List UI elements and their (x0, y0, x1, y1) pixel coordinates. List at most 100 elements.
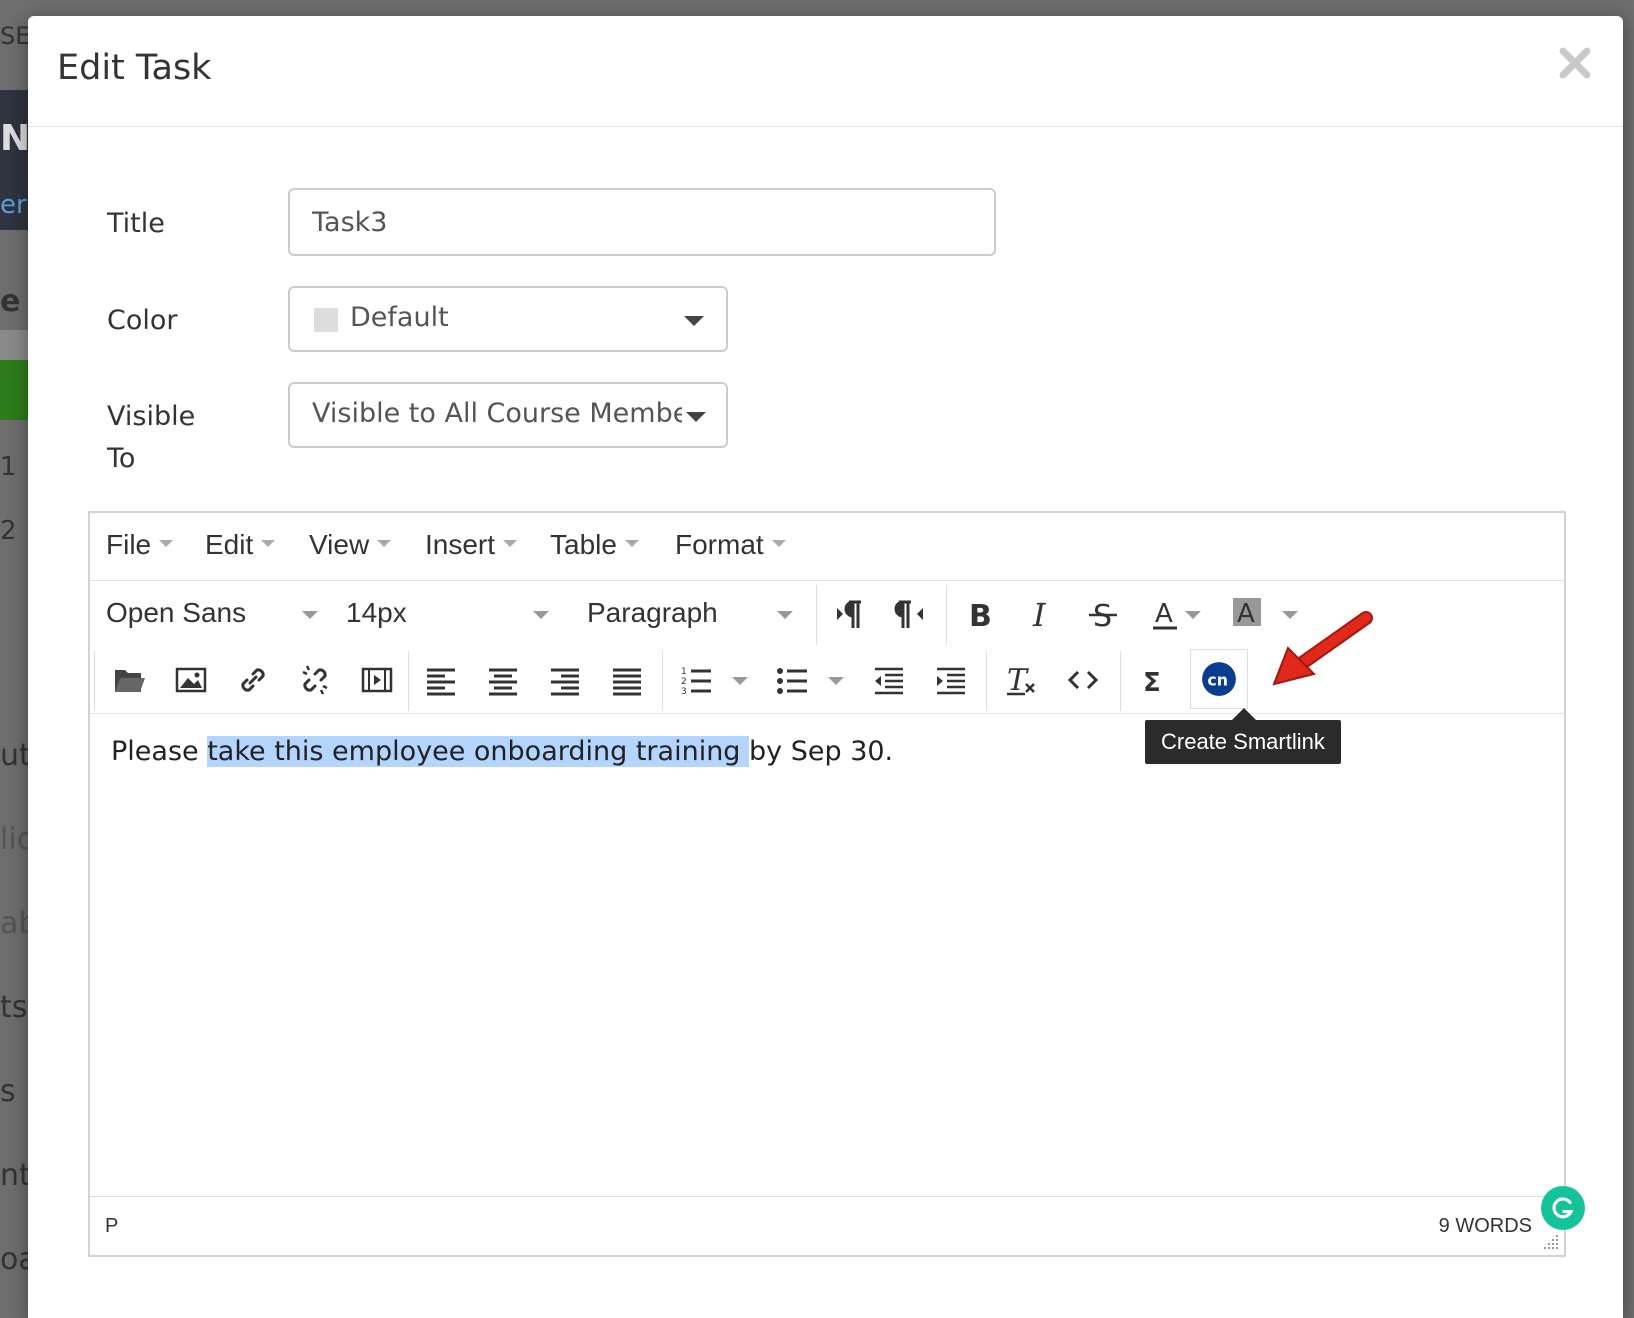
equation-button[interactable]: Σ (1126, 653, 1180, 707)
font-family-select[interactable]: Open Sans (106, 597, 318, 629)
text-after-selection: by Sep 30. (749, 736, 894, 767)
chevron-down-icon (533, 611, 549, 619)
background-color-button[interactable]: A (1220, 587, 1274, 641)
text-color-icon: A (1153, 599, 1177, 630)
menu-edit-label: Edit (205, 529, 254, 560)
insert-image-button[interactable] (164, 653, 218, 707)
align-left-button[interactable] (414, 653, 468, 707)
italic-icon: I (1032, 596, 1047, 632)
background-fragment: s (0, 1074, 16, 1109)
svg-text:A: A (1237, 599, 1255, 629)
chevron-down-icon (686, 412, 706, 422)
svg-text:1: 1 (681, 667, 687, 677)
grammarly-icon (1552, 1197, 1574, 1219)
menu-insert-label: Insert (425, 529, 496, 560)
resize-handle-icon[interactable] (1542, 1233, 1560, 1251)
clear-formatting-button[interactable]: T (994, 653, 1048, 707)
chevron-down-icon (261, 540, 276, 548)
modal-title: Edit Task (57, 48, 212, 88)
editor-content-area[interactable]: Please take this employee onboarding tra… (90, 714, 1564, 1194)
text-before-selection: Please (111, 736, 208, 767)
indent-button[interactable] (924, 653, 978, 707)
source-code-button[interactable] (1056, 653, 1110, 707)
chevron-down-icon (503, 540, 518, 548)
ltr-button[interactable] (822, 587, 876, 641)
chevron-down-icon (302, 611, 318, 619)
visible-to-label-line2: To (107, 443, 136, 474)
numbered-list-icon: 123 (681, 667, 711, 697)
block-format-select[interactable]: Paragraph (587, 597, 797, 629)
align-justify-icon (613, 668, 641, 696)
editor-paragraph[interactable]: Please take this employee onboarding tra… (111, 736, 893, 767)
unlink-button[interactable] (288, 653, 342, 707)
menu-view[interactable]: View (309, 529, 392, 561)
chevron-down-icon (159, 540, 174, 548)
menu-insert[interactable]: Insert (425, 529, 518, 561)
block-format-value: Paragraph (587, 597, 718, 628)
align-right-button[interactable] (538, 653, 592, 707)
menu-table-label: Table (550, 529, 617, 560)
strikethrough-button[interactable]: S (1076, 587, 1130, 641)
unlink-icon (302, 665, 328, 695)
grammarly-button[interactable] (1541, 1186, 1585, 1230)
visible-to-select-value: Visible to All Course Membe (312, 398, 682, 429)
numbered-list-dropdown-icon[interactable] (732, 677, 748, 685)
chevron-down-icon (624, 540, 639, 548)
menu-format[interactable]: Format (675, 529, 786, 561)
font-size-select[interactable]: 14px (346, 597, 551, 629)
toolbar-separator (986, 651, 987, 711)
annotation-arrow-icon (1272, 611, 1373, 686)
close-button[interactable] (1555, 44, 1595, 84)
edit-task-modal: Edit Task Title Color Default Visible To… (28, 16, 1623, 1318)
title-input[interactable] (290, 190, 994, 254)
font-size-value: 14px (346, 597, 407, 628)
menu-file[interactable]: File (106, 529, 174, 561)
insert-media-button[interactable] (350, 653, 404, 707)
menu-edit[interactable]: Edit (205, 529, 276, 561)
text-color-dropdown-icon[interactable] (1185, 611, 1201, 619)
insert-link-button[interactable] (226, 653, 280, 707)
numbered-list-button[interactable]: 123 (670, 653, 724, 707)
element-path[interactable]: P (105, 1215, 118, 1238)
bullet-list-dropdown-icon[interactable] (828, 677, 844, 685)
text-color-button[interactable]: A (1138, 587, 1192, 641)
bold-button[interactable]: B (952, 587, 1006, 641)
file-manager-button[interactable] (102, 653, 156, 707)
align-right-icon (551, 668, 579, 696)
align-justify-button[interactable] (600, 653, 654, 707)
visible-to-select[interactable]: Visible to All Course Membe (288, 382, 728, 448)
background-fragment: e (0, 284, 21, 319)
font-family-value: Open Sans (106, 597, 247, 628)
image-icon (175, 667, 207, 693)
rtl-paragraph-icon (894, 600, 923, 628)
link-icon (241, 668, 265, 692)
menu-format-label: Format (675, 529, 764, 560)
svg-text:Σ: Σ (1143, 668, 1161, 698)
background-fragment: 1 (0, 452, 17, 482)
create-smartlink-button[interactable]: cn (1190, 649, 1248, 709)
bullet-list-button[interactable] (766, 653, 820, 707)
menu-table[interactable]: Table (550, 529, 639, 561)
editor-menubar: File Edit View Insert Table Format (90, 513, 1564, 581)
code-icon (1067, 670, 1099, 690)
color-select[interactable]: Default (288, 286, 728, 352)
align-center-button[interactable] (476, 653, 530, 707)
italic-button[interactable]: I (1014, 587, 1068, 641)
color-swatch (314, 308, 338, 332)
selected-text: take this employee onboarding training (207, 736, 750, 767)
toolbar-separator (946, 585, 947, 645)
outdent-button[interactable] (862, 653, 916, 707)
toolbar-separator (94, 651, 95, 711)
background-color-icon: A (1233, 598, 1261, 629)
video-icon (361, 667, 393, 693)
title-label: Title (107, 208, 165, 239)
chevron-down-icon (684, 316, 704, 326)
rtl-button[interactable] (884, 587, 938, 641)
toolbar-separator (408, 651, 409, 711)
svg-text:2: 2 (681, 677, 687, 687)
visible-to-label-line1: Visible (107, 401, 196, 432)
background-fragment: er (0, 190, 27, 220)
ltr-paragraph-icon (837, 600, 861, 628)
toolbar-separator (816, 585, 817, 645)
bullet-list-icon (777, 668, 807, 694)
